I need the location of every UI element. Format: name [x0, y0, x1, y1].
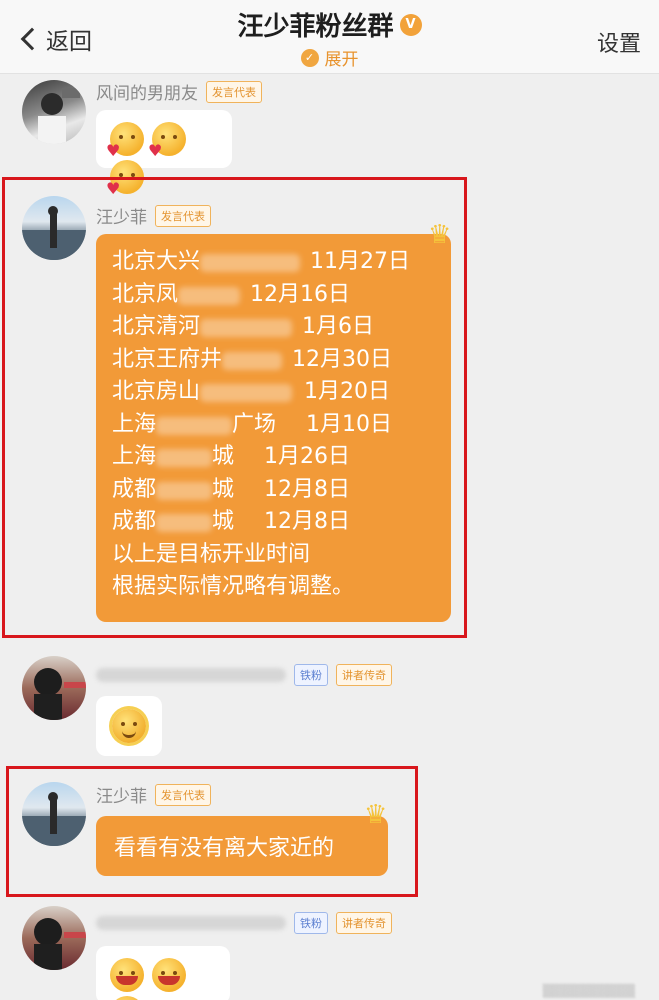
settings-button[interactable]: 设置: [597, 26, 641, 58]
redacted-text: [200, 319, 293, 337]
role-tag: 讲者传奇: [336, 912, 392, 934]
avatar-image: [38, 88, 80, 144]
expand-icon: ✓: [300, 48, 319, 67]
store-date: 1月20日: [304, 379, 391, 404]
emoji-bubble[interactable]: [96, 696, 162, 756]
fan-tag: 铁粉: [294, 912, 328, 934]
sender-row: 汪少菲 发言代表: [96, 203, 211, 228]
emoji-bubble[interactable]: [96, 946, 230, 1000]
message-item: 汪少菲 发言代表 看看有没有离大家近的 ♛: [0, 776, 659, 891]
message-item: 铁粉 讲者传奇: [0, 650, 659, 760]
schedule-row: 上海 城 1月26日: [112, 441, 451, 474]
sender-name[interactable]: 汪少菲: [96, 203, 147, 228]
redacted-text: [156, 449, 213, 467]
crown-icon: ♛: [428, 220, 452, 250]
blush-heart-emoji-icon: [148, 122, 186, 160]
message-item: 汪少菲 发言代表 北京大兴 11月27日 北京凤 12月16日 北京清河 1月6…: [0, 190, 659, 630]
redacted-text: [200, 384, 293, 402]
schedule-bubble[interactable]: 北京大兴 11月27日 北京凤 12月16日 北京清河 1月6日 北京王府井 1…: [96, 234, 451, 622]
store-date: 1月26日: [264, 444, 351, 469]
sender-row: 铁粉 讲者传奇: [96, 912, 392, 934]
schedule-row: 北京凤 12月16日: [112, 279, 451, 312]
store-date: 1月10日: [306, 411, 393, 437]
sender-row: 汪少菲 发言代表: [96, 782, 211, 807]
redacted-text: [156, 481, 213, 500]
sender-name[interactable]: 汪少菲: [96, 782, 147, 807]
sender-row: 风间的男朋友 发言代表: [96, 79, 262, 104]
title-area: 汪少菲粉丝群 V ✓ 展开: [0, 6, 659, 70]
avatar-image: [22, 792, 86, 846]
store-type: 城: [212, 476, 235, 502]
role-tag: 发言代表: [206, 80, 262, 103]
chat-header: 返回 汪少菲粉丝群 V ✓ 展开 设置: [0, 0, 659, 74]
store-city: 北京清河: [112, 314, 201, 339]
redacted-text: [156, 514, 213, 532]
expand-label: 展开: [324, 50, 359, 70]
sender-name[interactable]: 风间的男朋友: [96, 79, 198, 104]
store-date: 12月8日: [264, 476, 351, 502]
store-city: 上海: [112, 411, 157, 437]
blush-heart-emoji-icon: [106, 122, 144, 160]
store-city: 北京大兴: [112, 249, 201, 274]
store-city: 北京房山: [112, 379, 201, 404]
store-date: 12月30日: [292, 346, 393, 372]
laughing-emoji-icon: [152, 958, 186, 992]
group-title: 汪少菲粉丝群 V: [237, 6, 422, 43]
avatar[interactable]: [22, 80, 86, 144]
store-city: 北京凤: [112, 281, 179, 307]
watermark: ▒▒▒▒▒▒▒▒▒▒: [542, 984, 635, 998]
store-city: 成都: [112, 476, 157, 502]
laughing-emoji-icon: [110, 996, 144, 1000]
verified-icon: V: [399, 13, 422, 36]
redacted-text: [156, 416, 233, 435]
redacted-text: [222, 351, 283, 370]
avatar[interactable]: [22, 782, 86, 846]
sender-name-redacted[interactable]: [96, 668, 286, 682]
sun-smile-emoji-icon: [112, 709, 146, 743]
schedule-footer: 以上是目标开业时间: [112, 541, 311, 567]
schedule-row: 北京房山 1月20日: [112, 376, 451, 409]
sender-name-redacted[interactable]: [96, 916, 286, 930]
message-item: 风间的男朋友 发言代表: [0, 74, 659, 198]
store-type: 广场: [232, 411, 277, 437]
store-date: 11月27日: [310, 249, 411, 274]
role-tag: 发言代表: [155, 204, 211, 227]
store-city: 成都: [112, 509, 157, 534]
store-city: 上海: [112, 444, 157, 469]
role-tag: 讲者传奇: [336, 664, 392, 686]
laughing-emoji-icon: [110, 958, 144, 992]
emoji-bubble[interactable]: [96, 110, 232, 198]
text-bubble[interactable]: 看看有没有离大家近的: [96, 816, 388, 876]
redacted-text: [178, 286, 241, 305]
crown-icon: ♛: [364, 800, 388, 830]
sender-row: 铁粉 讲者传奇: [96, 664, 392, 686]
fan-tag: 铁粉: [294, 664, 328, 686]
schedule-row: 北京清河 1月6日: [112, 311, 451, 344]
group-title-text: 汪少菲粉丝群: [237, 12, 394, 42]
redacted-text: [200, 254, 301, 272]
role-tag: 发言代表: [155, 783, 211, 806]
schedule-row: 上海 广场 1月10日: [112, 409, 451, 442]
schedule-row: 北京大兴 11月27日: [112, 246, 451, 279]
avatar[interactable]: [22, 196, 86, 260]
avatar-image: [22, 206, 86, 260]
expand-button[interactable]: ✓ 展开: [300, 45, 359, 70]
schedule-row: 北京王府井 12月30日: [112, 344, 451, 377]
avatar-image: [34, 668, 86, 720]
store-date: 12月16日: [250, 281, 351, 307]
store-date: 12月8日: [264, 509, 351, 534]
avatar-image: [34, 918, 86, 970]
schedule-footer: 根据实际情况略有调整。: [112, 574, 355, 599]
avatar[interactable]: [22, 906, 86, 970]
store-type: 城: [212, 509, 235, 534]
avatar[interactable]: [22, 656, 86, 720]
store-type: 城: [212, 444, 235, 469]
schedule-row: 成都 城 12月8日: [112, 506, 451, 539]
store-date: 1月6日: [302, 314, 375, 339]
store-city: 北京王府井: [112, 346, 223, 372]
schedule-row: 成都 城 12月8日: [112, 474, 451, 507]
